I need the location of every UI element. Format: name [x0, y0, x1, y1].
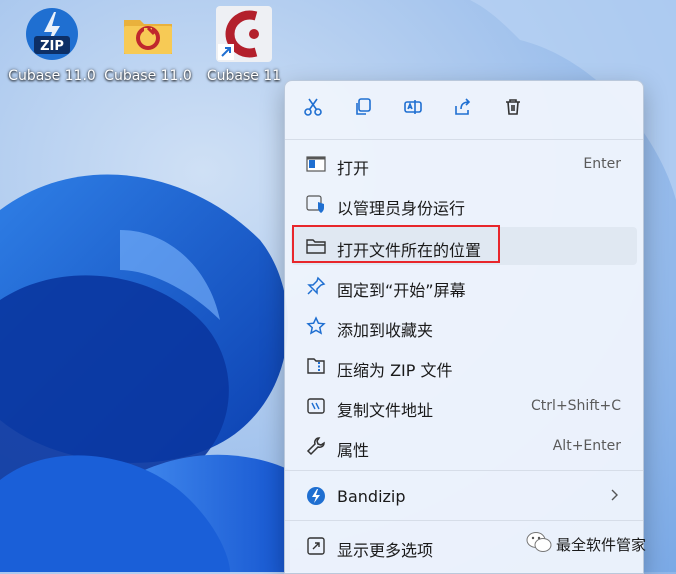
bandizip-icon: [305, 486, 327, 506]
menu-item-label: 复制文件地址: [337, 401, 434, 420]
menu-item-label: 固定到“开始”屏幕: [337, 281, 466, 300]
delete-button[interactable]: [499, 95, 527, 123]
folder-icon: [120, 6, 176, 62]
admin-shield-icon: [305, 194, 327, 214]
zip-archive-icon: ZIP: [24, 6, 80, 62]
cut-button[interactable]: [299, 95, 327, 123]
copy-button[interactable]: [349, 95, 377, 123]
menu-item-label: 添加到收藏夹: [337, 321, 434, 340]
trash-icon: [503, 97, 523, 121]
cubase-shortcut-icon: [216, 6, 272, 62]
menu-item-label: 以管理员身份运行: [337, 199, 466, 218]
desktop-icon-label: Cubase 11.0: [8, 68, 96, 84]
desktop-icon-label: Cubase 11.0: [104, 68, 192, 84]
share-icon: [453, 97, 473, 121]
watermark-text: 最全软件管家: [556, 535, 647, 554]
copy-path-icon: [305, 396, 327, 416]
copy-icon: [353, 97, 373, 121]
menu-item-add-to-favorites[interactable]: 添加到收藏夹: [291, 307, 637, 345]
chevron-right-icon: [609, 488, 619, 506]
quick-actions-bar: [285, 81, 643, 137]
watermark: 最全软件管家: [526, 530, 646, 558]
star-icon: [305, 316, 327, 336]
menu-item-copy-path[interactable]: 复制文件地址 Ctrl+Shift+C: [291, 387, 637, 425]
highlight-annotation-box: [292, 225, 500, 263]
menu-item-label: Bandizip: [337, 487, 406, 506]
open-window-icon: [305, 154, 327, 174]
svg-text:ZIP: ZIP: [40, 39, 64, 54]
pin-icon: [305, 276, 327, 296]
wrench-icon: [305, 436, 327, 456]
desktop-icon-cubase[interactable]: Cubase 11: [196, 6, 292, 84]
menu-item-compress-zip[interactable]: 压缩为 ZIP 文件: [291, 347, 637, 385]
desktop-icon-label: Cubase 11: [206, 68, 282, 84]
share-button[interactable]: [449, 95, 477, 123]
menu-item-shortcut: Alt+Enter: [552, 438, 621, 454]
divider: [285, 520, 643, 521]
zip-folder-icon: [305, 356, 327, 376]
menu-item-shortcut: Enter: [583, 156, 621, 172]
menu-item-label: 显示更多选项: [337, 541, 434, 560]
desktop-icon-zip[interactable]: ZIP Cubase 11.0: [4, 6, 100, 84]
divider: [285, 470, 643, 471]
menu-item-open[interactable]: 打开 Enter: [291, 145, 637, 183]
scissors-icon: [303, 97, 323, 121]
menu-item-properties[interactable]: 属性 Alt+Enter: [291, 427, 637, 465]
wechat-icon: [526, 531, 552, 557]
menu-item-pin-to-start[interactable]: 固定到“开始”屏幕: [291, 267, 637, 305]
more-options-icon: [305, 536, 327, 556]
menu-item-label: 打开: [337, 159, 370, 178]
menu-item-label: 压缩为 ZIP 文件: [337, 361, 453, 380]
menu-item-shortcut: Ctrl+Shift+C: [531, 398, 621, 414]
rename-button[interactable]: [399, 95, 427, 123]
divider: [285, 139, 643, 140]
menu-item-run-as-admin[interactable]: 以管理员身份运行: [291, 185, 637, 223]
desktop-icon-folder[interactable]: Cubase 11.0: [100, 6, 196, 84]
menu-item-bandizip[interactable]: Bandizip: [291, 477, 637, 515]
rename-icon: [403, 97, 423, 121]
context-menu: 打开 Enter 以管理员身份运行 打开文件所在的位置 固定到“开始”屏幕 添加…: [284, 80, 644, 574]
menu-item-label: 属性: [337, 441, 370, 460]
